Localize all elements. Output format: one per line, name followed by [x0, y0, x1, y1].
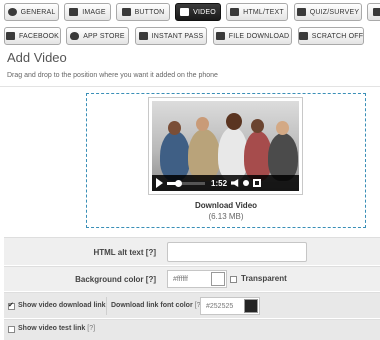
alt-text-help-icon[interactable]: [?]	[146, 248, 156, 257]
show-test-label: Show video test link [?]	[18, 325, 95, 332]
toolbar-row-2: FACEBOOK APP STORE INSTANT PASS FILE DOW…	[0, 27, 380, 49]
tab-button[interactable]: BUTTON	[116, 3, 170, 21]
link-font-color-label-text: Download link font color	[111, 302, 193, 309]
html-icon	[230, 8, 240, 16]
bg-color-value: #ffffff	[173, 275, 188, 283]
bg-color-help-icon[interactable]: [?]	[146, 275, 156, 284]
transparent-label: Transparent	[241, 274, 287, 283]
apple-icon	[70, 32, 80, 40]
tab-facebook-label: FACEBOOK	[18, 32, 60, 40]
tab-file-download-label: FILE DOWNLOAD	[228, 32, 290, 40]
video-progress-bar[interactable]	[167, 179, 205, 187]
tab-app-store-label: APP STORE	[83, 32, 125, 40]
facebook-icon	[5, 32, 15, 40]
image-icon	[69, 8, 79, 16]
show-test-label-text: Show video test link	[18, 325, 86, 332]
more-icon	[372, 8, 380, 16]
tab-instant-pass[interactable]: INSTANT PASS	[135, 27, 207, 45]
file-size: (6.13 MB)	[208, 212, 244, 221]
link-font-color-input[interactable]: #252525	[200, 297, 260, 315]
page-subtitle: Drag and drop to the position where you …	[7, 72, 218, 79]
show-test-checkbox[interactable]	[8, 326, 15, 333]
test-link-row: Show video test link [?]	[4, 319, 380, 340]
tab-html-text[interactable]: HTML/TEXT	[226, 3, 288, 21]
divider	[0, 86, 380, 87]
video-thumbnail: 1:52	[152, 101, 299, 191]
tab-instant-pass-label: INSTANT PASS	[151, 32, 204, 40]
page-title: Add Video	[7, 50, 67, 65]
tab-video-label: VIDEO	[193, 8, 216, 16]
show-download-label: Show video download link	[18, 302, 106, 309]
tab-app-store[interactable]: APP STORE	[66, 27, 129, 45]
show-download-checkbox[interactable]	[8, 301, 15, 310]
tab-button-label: BUTTON	[134, 8, 165, 16]
tab-image[interactable]: IMAGE	[64, 3, 111, 21]
transparent-checkbox[interactable]	[230, 276, 237, 283]
button-icon	[121, 8, 131, 16]
link-font-color-value: #252525	[206, 302, 234, 310]
scratch-icon	[299, 32, 308, 40]
settings-icon[interactable]	[243, 180, 250, 186]
link-font-color-label: Download link font color [?]	[111, 302, 202, 309]
alt-text-row: HTML alt text [?]	[4, 237, 380, 265]
tab-image-label: IMAGE	[82, 8, 106, 16]
tab-scratch-off[interactable]: SCRATCH OFF	[298, 27, 364, 45]
toolbar-row-1: GENERAL IMAGE BUTTON VIDEO HTML/TEXT QUI…	[0, 3, 380, 25]
video-progress-knob[interactable]	[174, 179, 182, 187]
tab-general-label: GENERAL	[20, 8, 56, 16]
video-icon	[180, 8, 190, 16]
tab-quiz-survey[interactable]: QUIZ/SURVEY	[294, 3, 362, 21]
volume-icon[interactable]	[231, 179, 239, 187]
tab-scratch-off-label: SCRATCH OFF	[311, 32, 364, 40]
video-controls: 1:52	[152, 175, 299, 191]
link-font-color-swatch[interactable]	[244, 299, 258, 313]
gear-icon	[7, 8, 17, 16]
show-test-help-icon[interactable]: [?]	[87, 325, 95, 332]
tab-file-download[interactable]: FILE DOWNLOAD	[213, 27, 292, 45]
video-time: 1:52	[211, 178, 228, 188]
bg-color-swatch[interactable]	[211, 272, 225, 286]
tab-video[interactable]: VIDEO	[175, 3, 221, 21]
bg-color-label: Background color [?]	[75, 275, 156, 284]
fullscreen-icon[interactable]	[253, 179, 262, 187]
bg-color-input[interactable]: #ffffff	[167, 270, 227, 288]
video-preview[interactable]: 1:52	[148, 97, 303, 195]
alt-text-label-text: HTML alt text	[93, 248, 144, 257]
pass-icon	[138, 32, 148, 40]
row-separator	[106, 297, 107, 315]
tab-more[interactable]	[367, 3, 380, 21]
bg-color-row: Background color [?] #ffffff Transparent	[4, 266, 380, 291]
show-download-label-text: Show video download link	[18, 302, 106, 309]
play-icon[interactable]	[156, 178, 163, 188]
quiz-icon	[296, 8, 306, 16]
tab-general[interactable]: GENERAL	[4, 3, 59, 21]
alt-text-input[interactable]	[167, 242, 307, 262]
tab-html-text-label: HTML/TEXT	[243, 8, 284, 16]
bg-color-label-text: Background color	[75, 275, 144, 284]
tab-quiz-survey-label: QUIZ/SURVEY	[309, 8, 360, 16]
download-link-row: Show video download link Download link f…	[4, 292, 380, 318]
download-icon	[215, 32, 225, 40]
download-video-label[interactable]: Download Video	[86, 201, 366, 210]
alt-text-label: HTML alt text [?]	[93, 248, 156, 257]
tab-facebook[interactable]: FACEBOOK	[4, 27, 61, 45]
